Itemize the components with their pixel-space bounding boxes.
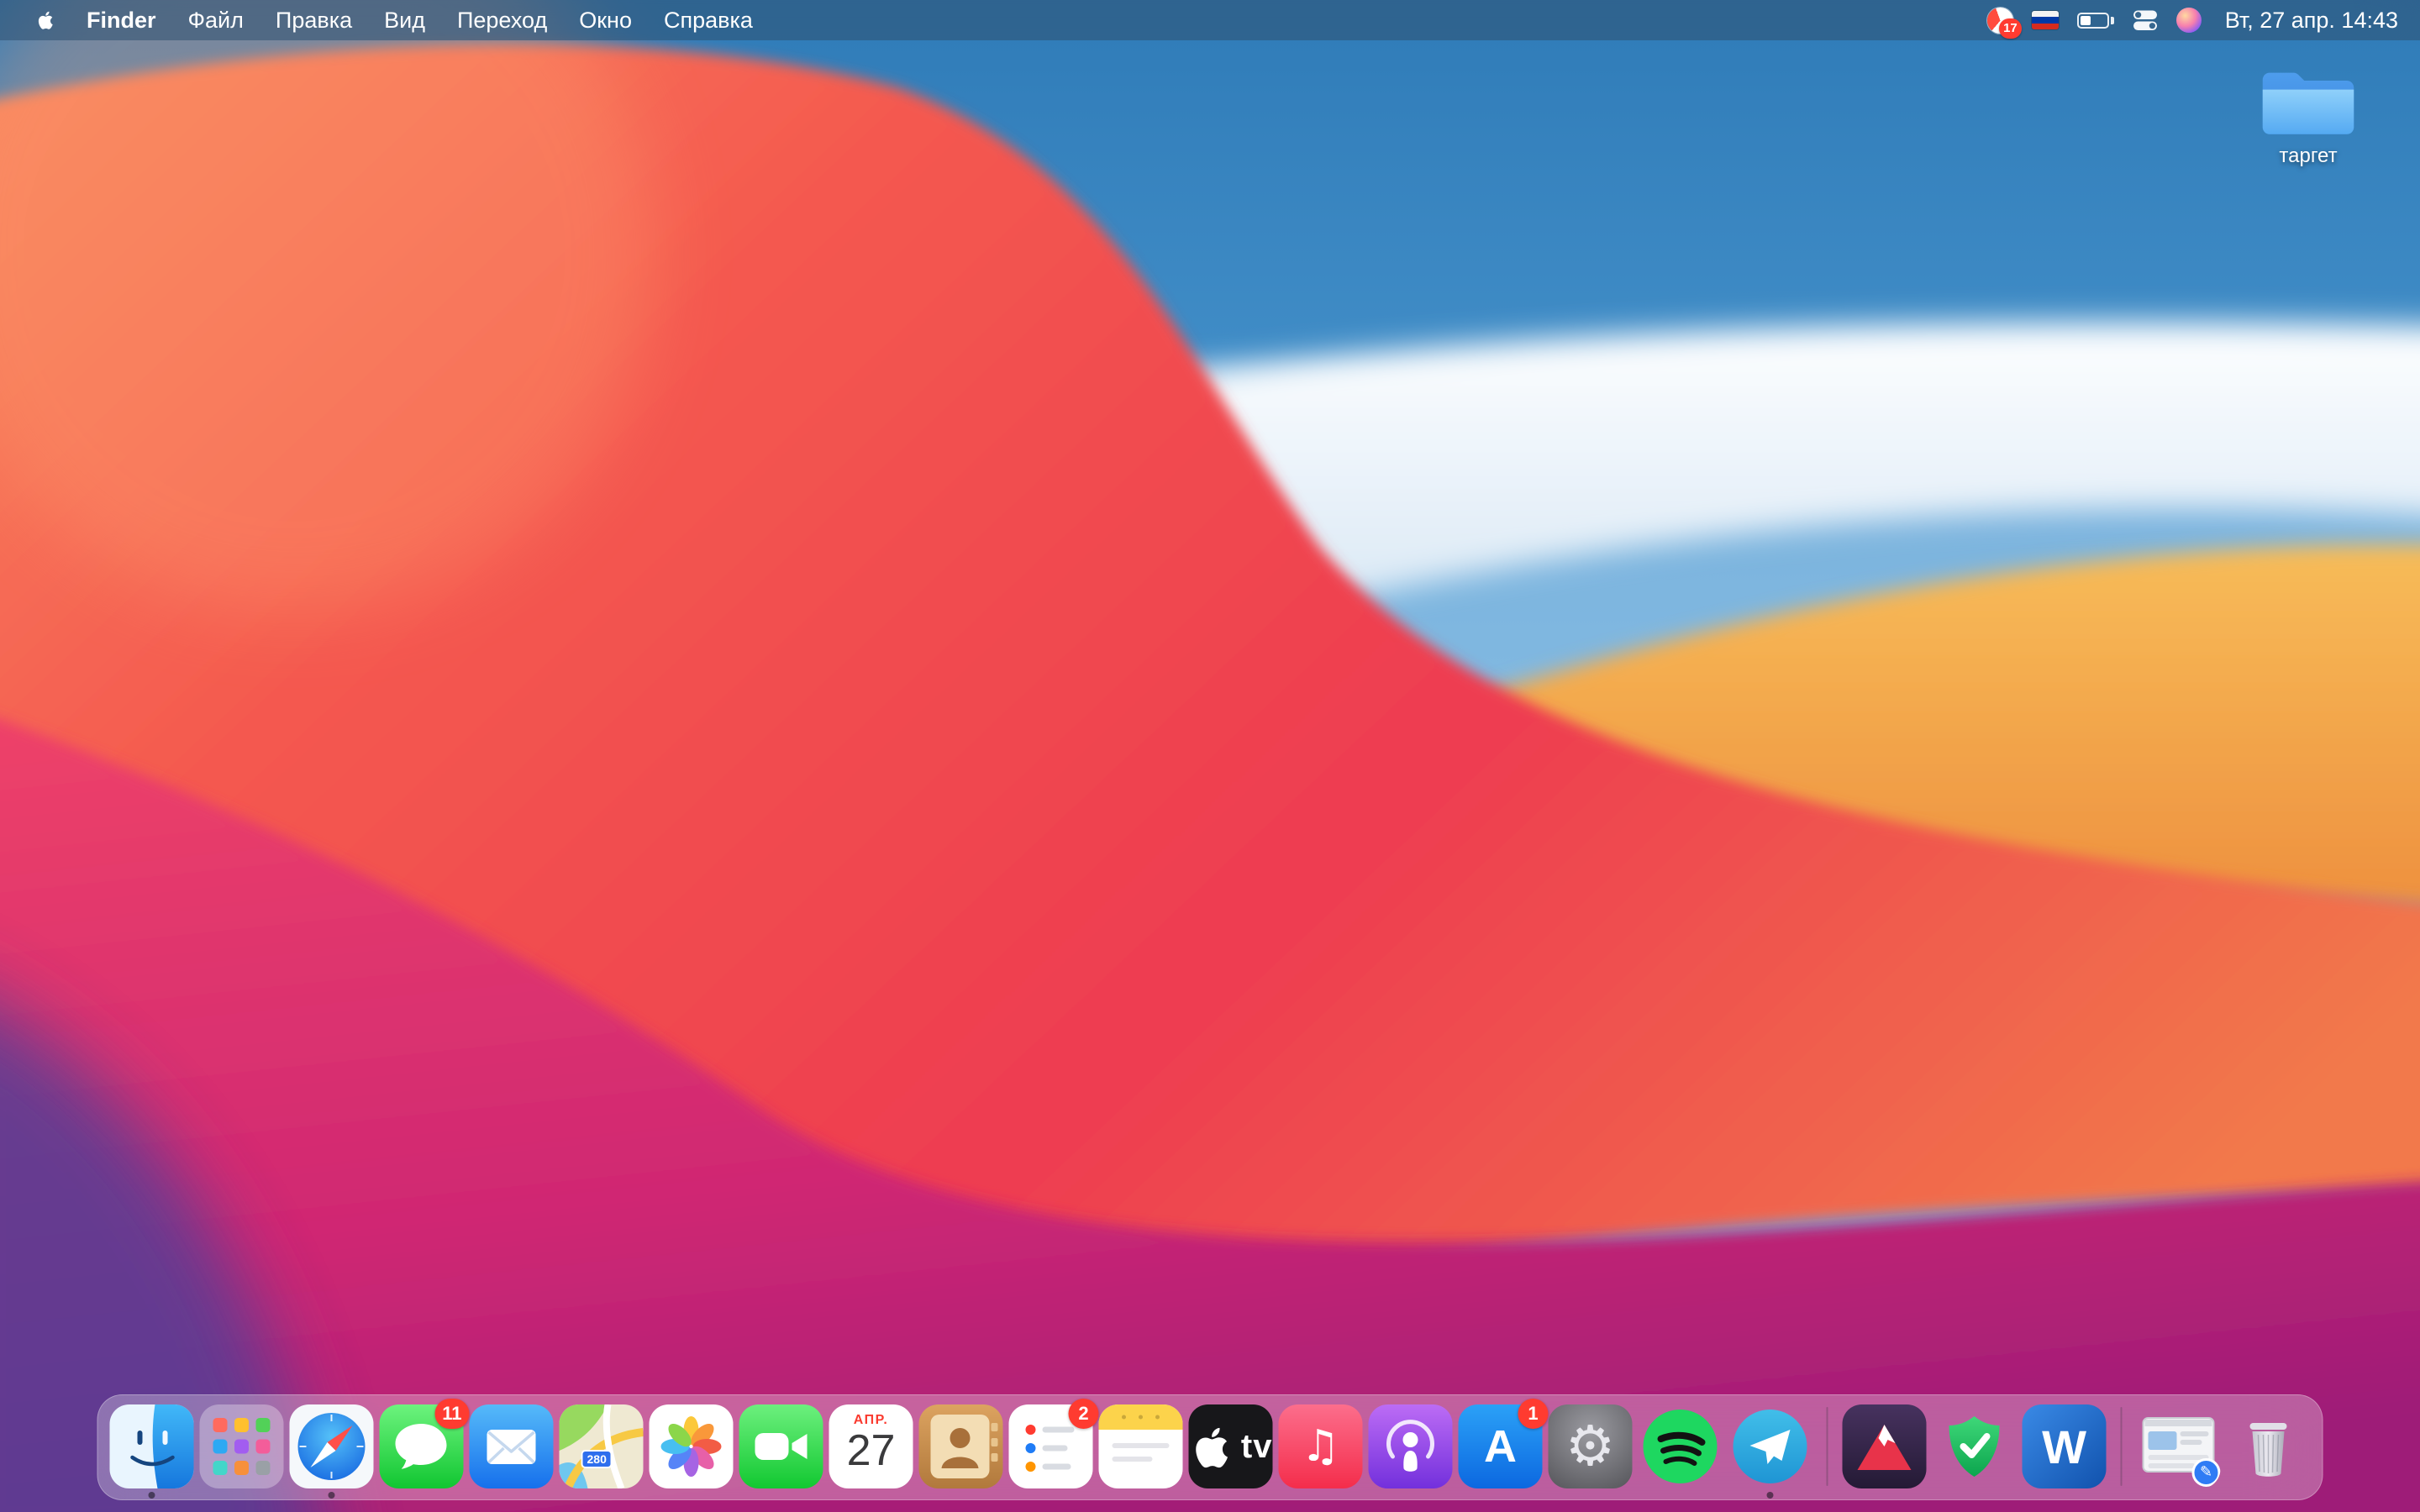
folder-icon: [2262, 72, 2354, 134]
dock-safari[interactable]: [289, 1404, 374, 1499]
dock-podcasts[interactable]: [1368, 1404, 1453, 1488]
dock-contacts[interactable]: [918, 1404, 1003, 1488]
music-icon: ♫: [1278, 1404, 1363, 1488]
maps-icon: 280: [559, 1404, 644, 1488]
battery-fill: [2080, 15, 2091, 25]
spotify-icon: [1639, 1404, 1723, 1488]
dock-finder[interactable]: [109, 1404, 194, 1499]
desktop-wallpaper: [0, 0, 2420, 1512]
notes-icon: [1098, 1404, 1183, 1488]
menu-edit[interactable]: Правка: [260, 0, 368, 40]
menu-bar-left: Finder Файл Правка Вид Переход Окно Спра…: [22, 0, 769, 40]
photos-icon: [649, 1404, 734, 1488]
browser-status-item[interactable]: 17: [1986, 7, 2022, 39]
menu-bar-clock[interactable]: Вт, 27 апр. 14:43: [2225, 8, 2398, 34]
dock-spotify[interactable]: [1639, 1404, 1723, 1488]
dock-messages[interactable]: 11: [379, 1399, 470, 1488]
dock-calendar[interactable]: АПР. 27: [829, 1404, 913, 1488]
podcasts-icon: [1368, 1404, 1453, 1488]
running-indicator: [328, 1492, 335, 1499]
battery-icon[interactable]: [2076, 12, 2114, 29]
running-indicator: [1766, 1492, 1774, 1499]
reminders-badge: 2: [1068, 1399, 1099, 1429]
safari-icon: [289, 1404, 374, 1488]
dock-screenshot-preview[interactable]: ✎: [2137, 1404, 2221, 1488]
flag-stripe-white: [2031, 11, 2059, 18]
menu-file[interactable]: Файл: [172, 0, 260, 40]
control-center-icon[interactable]: [2133, 8, 2158, 33]
screenshot-preview-icon: ✎: [2137, 1404, 2221, 1488]
dock-system-preferences[interactable]: ⚙: [1548, 1404, 1633, 1488]
calendar-icon: АПР. 27: [829, 1404, 913, 1488]
menu-bar: Finder Файл Правка Вид Переход Окно Спра…: [0, 0, 2420, 40]
menu-go[interactable]: Переход: [441, 0, 563, 40]
dock-launchpad[interactable]: [199, 1404, 284, 1488]
word-logo-text: W: [2042, 1420, 2086, 1473]
app-store-logo-text: A: [1484, 1421, 1517, 1472]
dock-divider: [2120, 1407, 2123, 1486]
dock-notes[interactable]: [1098, 1404, 1183, 1488]
dock-security-shield[interactable]: [1933, 1404, 2017, 1488]
dock-maps[interactable]: 280: [559, 1404, 644, 1488]
dock-trash[interactable]: [2227, 1404, 2311, 1488]
gear-icon: ⚙: [1565, 1414, 1616, 1478]
finder-icon: [109, 1404, 194, 1488]
apple-logo-icon: [1196, 1427, 1228, 1468]
dock-word[interactable]: W: [2022, 1404, 2107, 1488]
dock-mail[interactable]: [469, 1404, 554, 1488]
battery-body: [2076, 12, 2109, 29]
language-flag-ru-icon[interactable]: [2031, 11, 2059, 29]
battery-nub: [2110, 16, 2114, 24]
siri-icon[interactable]: [2175, 8, 2202, 33]
system-preferences-icon: ⚙: [1548, 1404, 1633, 1488]
maps-road-sign: 280: [581, 1450, 613, 1468]
facetime-icon: [739, 1404, 823, 1488]
menu-bar-status-area: 17 Вт, 27 апр. 14:43: [1986, 0, 2398, 40]
dock-mountain-app[interactable]: [1842, 1404, 1927, 1488]
dock-photos[interactable]: [649, 1404, 734, 1488]
running-indicator: [148, 1492, 155, 1499]
flag-stripe-red: [2031, 23, 2059, 29]
apple-menu[interactable]: [22, 9, 71, 31]
pencil-icon: ✎: [2199, 1463, 2213, 1481]
browser-notification-badge: 17: [1999, 18, 2022, 39]
dock-divider: [1826, 1407, 1828, 1486]
markup-pencil-badge: ✎: [2191, 1458, 2221, 1487]
security-shield-icon: [1933, 1404, 2017, 1488]
dock: 11 280 АПР. 27 2 tv ♫ A 1 ⚙ W ✎: [97, 1394, 2323, 1500]
launchpad-icon: [199, 1404, 284, 1488]
telegram-icon: [1728, 1404, 1812, 1488]
dock-facetime[interactable]: [739, 1404, 823, 1488]
menu-view[interactable]: Вид: [368, 0, 441, 40]
dock-app-store[interactable]: A 1: [1458, 1399, 1549, 1488]
mountain-app-icon: [1842, 1404, 1927, 1488]
dock-apple-tv[interactable]: tv: [1188, 1404, 1273, 1488]
dock-telegram[interactable]: [1728, 1404, 1812, 1499]
desktop-folder-target[interactable]: таргет: [2245, 64, 2371, 168]
music-note-icon: ♫: [1301, 1421, 1340, 1472]
mail-icon: [469, 1404, 554, 1488]
trash-icon: [2227, 1404, 2311, 1488]
apple-tv-icon: tv: [1188, 1404, 1273, 1488]
tv-logo-text: tv: [1240, 1427, 1273, 1465]
dock-reminders[interactable]: 2: [1008, 1399, 1099, 1488]
app-store-badge: 1: [1518, 1399, 1549, 1429]
menu-help[interactable]: Справка: [648, 0, 769, 40]
dock-music[interactable]: ♫: [1278, 1404, 1363, 1488]
menu-window[interactable]: Окно: [563, 0, 648, 40]
folder-label: таргет: [2279, 144, 2338, 167]
apple-logo-icon: [38, 11, 53, 29]
messages-badge: 11: [434, 1399, 470, 1429]
calendar-day: 27: [846, 1426, 896, 1475]
app-menu-finder[interactable]: Finder: [71, 0, 172, 40]
contacts-icon: [918, 1404, 1003, 1488]
flag-stripe-blue: [2031, 17, 2059, 24]
word-icon: W: [2022, 1404, 2107, 1488]
